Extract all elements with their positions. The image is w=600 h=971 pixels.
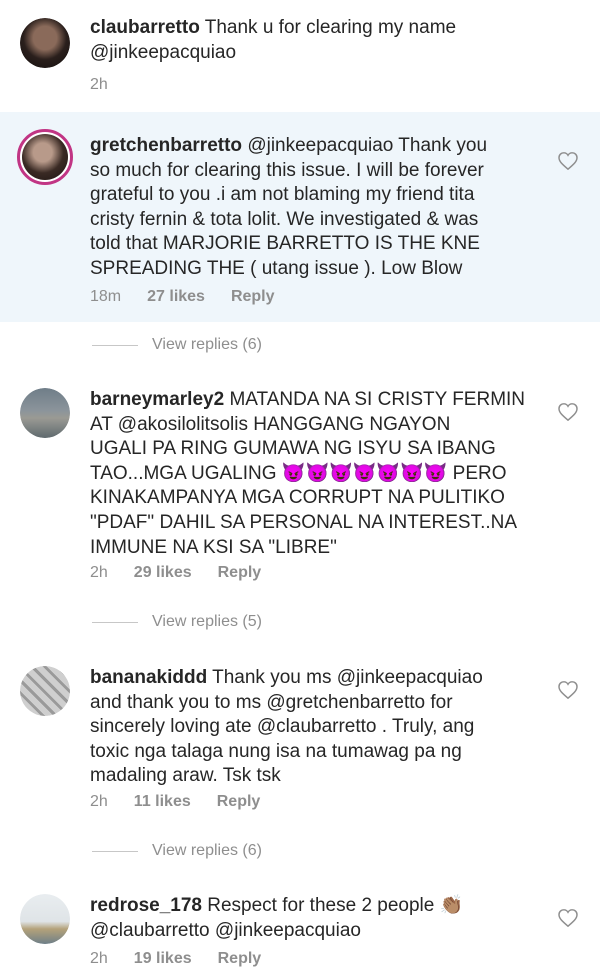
divider xyxy=(92,850,138,852)
timestamp: 18m xyxy=(90,288,122,305)
comment-barneymarley2: barneymarley2 MATANDA NA SI CRISTY FERMI… xyxy=(0,372,600,592)
view-replies-button[interactable]: View replies (6) xyxy=(92,336,262,354)
comment-meta: 2h 11 likes Reply xyxy=(90,793,260,811)
avatar[interactable] xyxy=(20,18,70,68)
reply-button[interactable]: Reply xyxy=(218,564,262,582)
comment-meta: 18m 27 likes Reply xyxy=(90,288,275,306)
username[interactable]: barneymarley2 xyxy=(90,389,224,410)
view-replies-label: View replies (5) xyxy=(152,613,262,630)
timestamp: 2h xyxy=(90,793,108,810)
reply-button[interactable]: Reply xyxy=(218,950,262,968)
likes-count[interactable]: 11 likes xyxy=(134,793,191,811)
likes-count[interactable]: 27 likes xyxy=(147,288,205,306)
likes-count[interactable]: 19 likes xyxy=(134,950,192,968)
comment-text: redrose_178 Respect for these 2 people 👏… xyxy=(90,894,530,943)
username[interactable]: claubarretto xyxy=(90,17,200,38)
username[interactable]: gretchenbarretto xyxy=(90,135,242,156)
divider xyxy=(92,344,138,346)
avatar[interactable] xyxy=(20,666,70,716)
comment-body: MATANDA NA SI CRISTY FERMIN AT @akosilol… xyxy=(90,389,526,558)
comment-text: claubarretto Thank u for clearing my nam… xyxy=(90,16,530,65)
timestamp: 2h xyxy=(90,564,108,581)
divider xyxy=(92,621,138,623)
comment-redrose_178: redrose_178 Respect for these 2 people 👏… xyxy=(0,878,600,971)
avatar[interactable] xyxy=(20,894,70,944)
view-replies-button[interactable]: View replies (6) xyxy=(92,842,262,860)
view-replies-button[interactable]: View replies (5) xyxy=(92,613,262,631)
heart-icon[interactable] xyxy=(558,403,578,421)
timestamp: 2h xyxy=(90,76,108,93)
comment-meta: 2h xyxy=(90,76,108,94)
likes-count[interactable]: 29 likes xyxy=(134,564,192,582)
avatar[interactable] xyxy=(20,388,70,438)
heart-icon[interactable] xyxy=(558,681,578,699)
username[interactable]: redrose_178 xyxy=(90,895,202,916)
comment-meta: 2h 29 likes Reply xyxy=(90,564,261,582)
reply-button[interactable]: Reply xyxy=(217,793,261,811)
comment-text: barneymarley2 MATANDA NA SI CRISTY FERMI… xyxy=(90,388,570,560)
heart-icon[interactable] xyxy=(558,909,578,927)
username[interactable]: bananakiddd xyxy=(90,667,207,688)
comment-claubarretto: claubarretto Thank u for clearing my nam… xyxy=(0,0,600,110)
timestamp: 2h xyxy=(90,950,108,967)
view-replies-label: View replies (6) xyxy=(152,336,262,353)
view-replies-label: View replies (6) xyxy=(152,842,262,859)
comment-body: @jinkeepacquiao Thank you so much for cl… xyxy=(90,135,488,279)
comment-bananakiddd: bananakiddd Thank you ms @jinkeepacquiao… xyxy=(0,650,600,825)
comment-meta: 2h 19 likes Reply xyxy=(90,950,261,968)
comment-text: gretchenbarretto @jinkeepacquiao Thank y… xyxy=(90,134,560,282)
reply-button[interactable]: Reply xyxy=(231,288,275,306)
comment-text: bananakiddd Thank you ms @jinkeepacquiao… xyxy=(90,666,560,789)
heart-icon[interactable] xyxy=(558,152,578,170)
avatar[interactable] xyxy=(17,129,73,185)
comment-gretchenbarretto: gretchenbarretto @jinkeepacquiao Thank y… xyxy=(0,112,600,322)
